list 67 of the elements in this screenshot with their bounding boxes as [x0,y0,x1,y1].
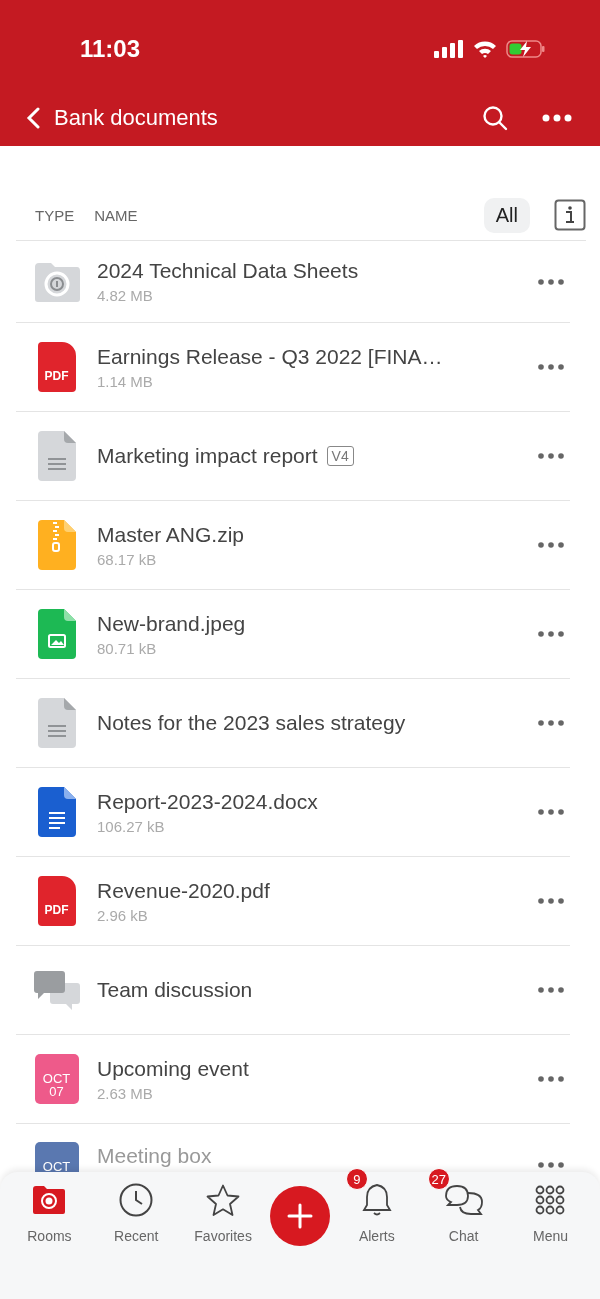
chat-bubbles-icon [31,969,82,1011]
info-icon[interactable] [554,199,586,231]
file-name[interactable]: Master ANG.zip [97,522,245,547]
file-size: 4.82 MB [97,287,154,304]
signal-icon [434,40,464,58]
more-options-icon[interactable] [538,987,564,993]
star-icon[interactable] [206,1183,241,1217]
file-name[interactable]: New-brand.jpeg [97,611,246,636]
file-size: 2.96 kB [97,906,149,924]
status-time: 11:03 [80,35,141,63]
more-icon[interactable] [542,114,572,122]
more-options-icon[interactable] [538,898,564,904]
file-size: 68.17 kB [97,550,158,568]
back-icon[interactable] [26,107,40,129]
file-size: 1.14 MB [97,372,154,390]
more-options-icon[interactable] [538,1162,564,1168]
more-options-icon[interactable] [538,631,564,637]
file-name[interactable]: 2024 Technical Data Sheets [97,259,359,283]
file-size: 106.27 kB [97,817,166,835]
nav-label[interactable]: Alerts [358,1228,395,1244]
more-options-icon[interactable] [538,720,564,726]
filter-button[interactable]: All [483,197,530,233]
file-name[interactable]: Notes for the 2023 sales strategy [97,711,406,735]
clock-icon[interactable] [119,1183,154,1217]
name-column-header[interactable]: NAME [94,206,484,224]
battery-charging-icon [506,39,546,59]
folder-lock-icon[interactable] [32,1185,67,1215]
nav-label[interactable]: Rooms [27,1228,72,1244]
more-options-icon[interactable] [538,364,564,370]
file-name[interactable]: Earnings Release - Q3 2022 [FINA… [97,344,443,369]
nav-label[interactable]: Menu [532,1228,568,1244]
more-options-icon[interactable] [538,1076,564,1082]
more-options-icon[interactable] [538,542,564,548]
plus-icon[interactable] [286,1203,313,1229]
file-name[interactable]: Team discussion [97,978,253,1002]
count-badge: 9 [345,1168,368,1190]
file-size: 2.63 MB [97,1084,154,1102]
grid-menu-icon[interactable] [535,1185,566,1215]
pdf-file-icon: PDF [37,342,76,392]
file-size: 80.71 kB [97,639,158,657]
text-document-icon [37,787,76,837]
bell-icon[interactable] [361,1183,392,1217]
more-options-icon[interactable] [538,809,564,815]
file-name[interactable]: Report-2023-2024.docx [97,789,318,814]
document-icon [37,698,76,748]
count-badge: 27 [427,1168,450,1190]
folder-lock-icon [32,260,81,303]
file-name[interactable]: Revenue-2020.pdf [97,878,270,903]
image-file-icon [37,609,76,659]
file-name[interactable]: Upcoming event [97,1056,249,1081]
search-icon[interactable] [482,105,508,131]
chat-bubbles-icon[interactable] [443,1183,484,1217]
version-tag: V4 [326,446,354,466]
more-options-icon[interactable] [538,278,564,285]
calendar-icon: OCT [34,1142,79,1172]
wifi-icon [473,40,497,58]
nav-label[interactable]: Recent [114,1228,159,1244]
nav-label[interactable]: Favorites [194,1228,252,1244]
document-icon [37,431,76,481]
nav-label[interactable]: Chat [448,1228,479,1244]
type-column-header[interactable]: TYPE [35,206,75,224]
more-options-icon[interactable] [538,453,564,459]
zip-file-icon [37,520,76,570]
page-title: Bank documents [54,105,219,131]
pdf-file-icon: PDF [37,876,76,926]
calendar-icon: OCT 07 [34,1054,79,1104]
file-name[interactable]: Marketing impact report [97,444,318,468]
